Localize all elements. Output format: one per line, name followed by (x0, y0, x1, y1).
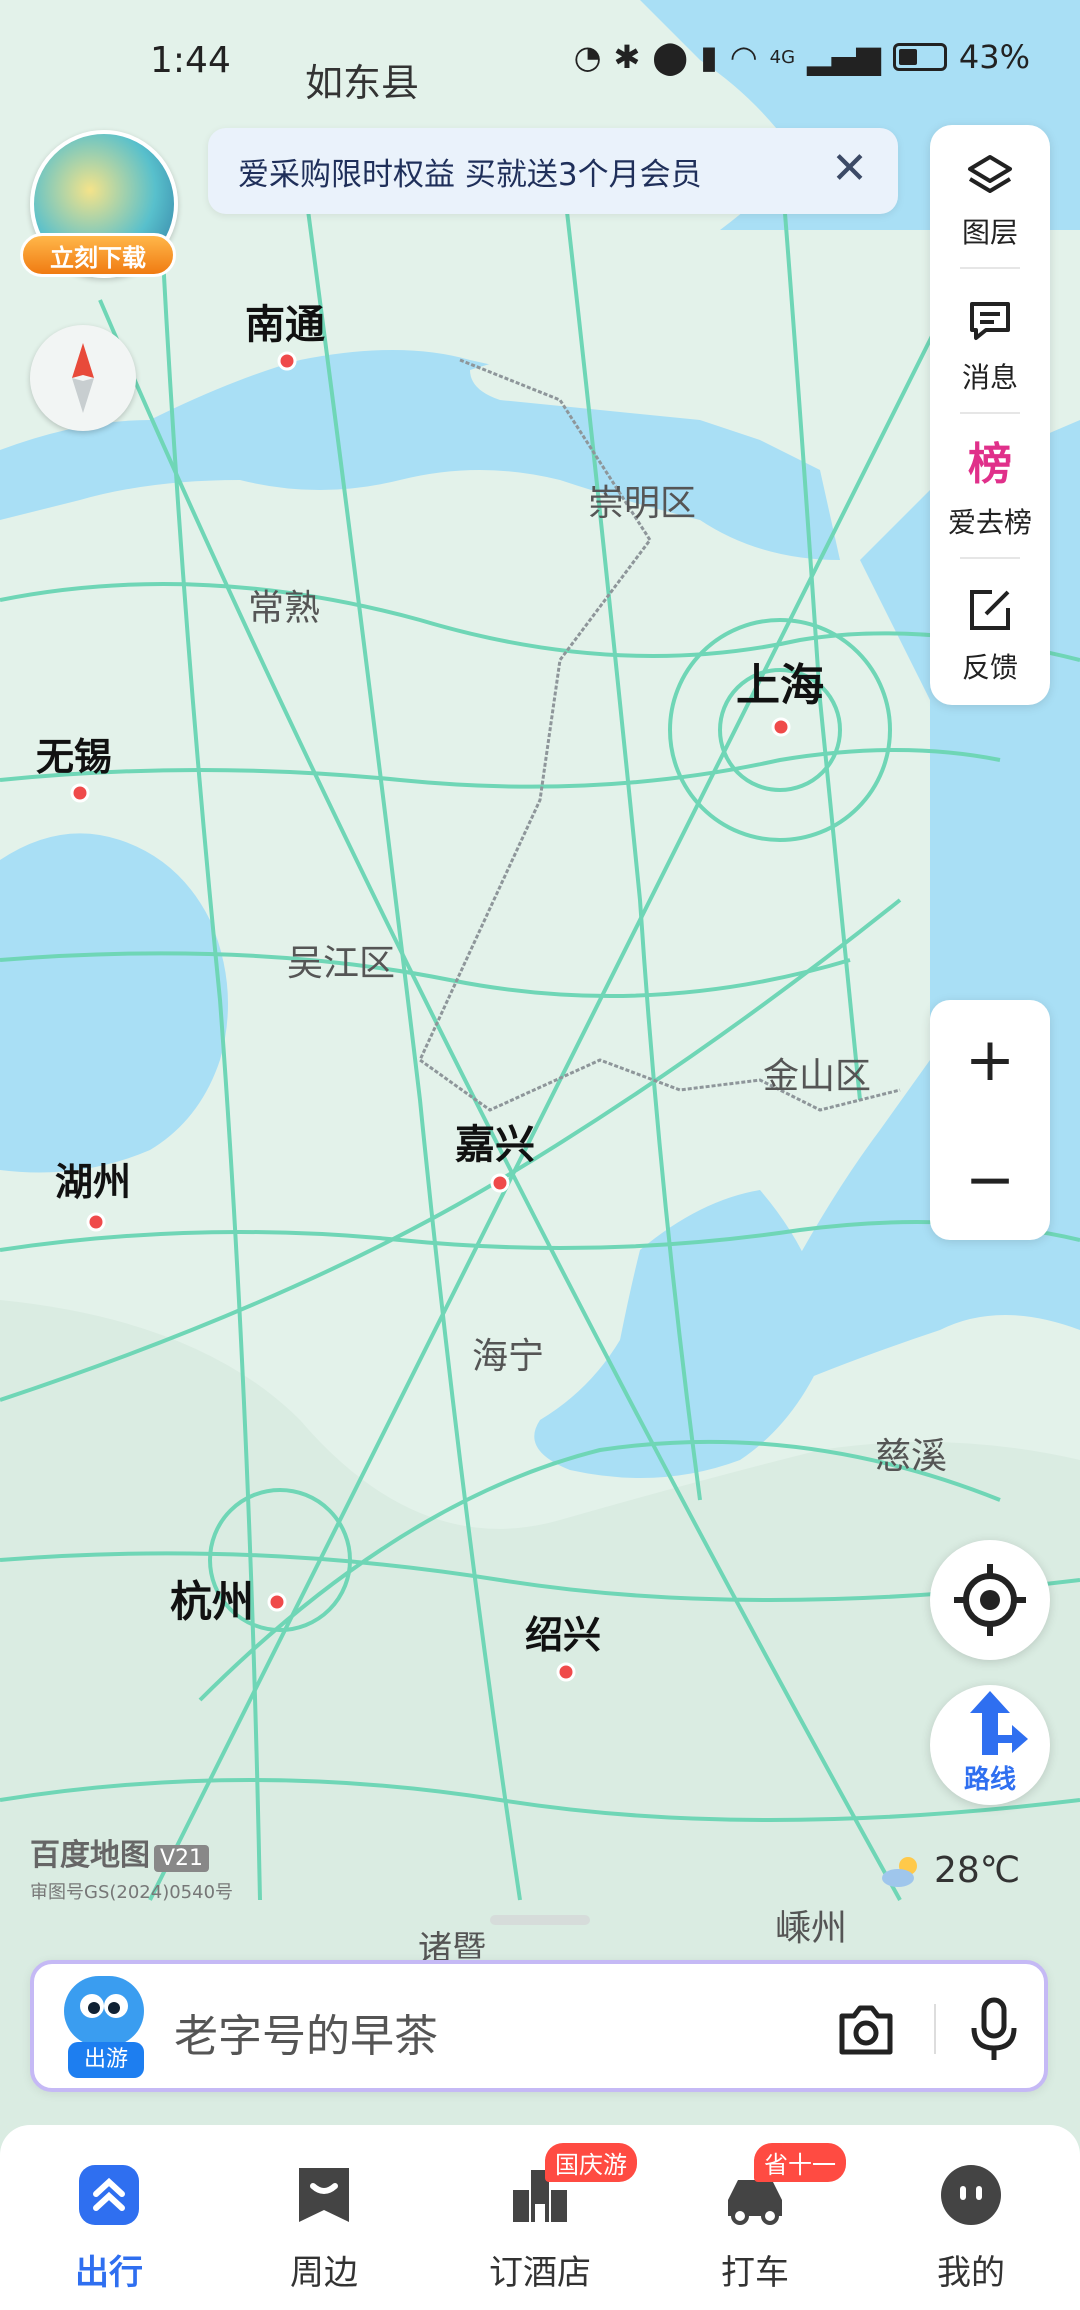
battery-percent: 43% (958, 38, 1030, 76)
message-icon (970, 302, 1010, 340)
bottom-tab-bar: 出行 周边 订酒店 国庆游 打车 省十一 我的 (0, 2125, 1080, 2310)
promo-banner[interactable]: 爱采购限时权益 买就送3个月会员 ✕ (208, 128, 898, 214)
tab-hotel-badge: 国庆游 (545, 2143, 637, 2182)
tab-nearby-label: 周边 (290, 2253, 358, 2293)
tab-hotel-label: 订酒店 (489, 2253, 591, 2293)
label-wuxi: 无锡 (36, 735, 112, 779)
route-arrow-icon (970, 1691, 1028, 1755)
layers-button[interactable]: 图层 (930, 125, 1050, 265)
label-jinshan: 金山区 (763, 1056, 871, 1097)
search-input[interactable]: 老字号的早茶 (174, 2000, 438, 2064)
bluetooth-icon: ✱ (613, 38, 641, 76)
microphone-icon[interactable] (964, 1994, 1024, 2064)
partly-cloudy-icon (882, 1856, 917, 1887)
label-shengzhou: 嵊州 (775, 1908, 847, 1949)
ranking-label: 爱去榜 (947, 506, 1032, 539)
label-hangzhou: 杭州 (170, 1577, 254, 1626)
side-panel: 图层 消息 榜 爱去榜 反馈 (930, 125, 1050, 705)
compass-icon[interactable] (30, 325, 136, 431)
promo-banner-text: 爱采购限时权益 买就送3个月会员 (238, 156, 702, 193)
label-wujiang: 吴江区 (287, 943, 395, 984)
nearby-icon (299, 2168, 349, 2222)
route-label: 路线 (963, 1765, 1016, 1795)
tab-travel-label: 出行 (75, 2253, 143, 2293)
wifi-icon: ◠ (729, 38, 758, 76)
tab-taxi-badge: 省十一 (754, 2143, 846, 2182)
logo-version: V21 (154, 1845, 210, 1872)
label-jiaxing: 嘉兴 (455, 1122, 535, 1168)
signal-icon: ▂▄▆ (807, 38, 881, 76)
label-haining: 海宁 (472, 1336, 544, 1377)
close-icon[interactable]: ✕ (831, 144, 868, 194)
label-changshu: 常熟 (248, 588, 320, 629)
mascot-icon[interactable] (64, 1976, 144, 2046)
network-type: 4G (769, 46, 796, 68)
zoom-in-button[interactable]: + (930, 1000, 1050, 1120)
feedback-label: 反馈 (961, 651, 1018, 684)
locate-icon (954, 1564, 1026, 1636)
layers-icon (968, 155, 1012, 193)
baidu-map-logo: 百度地图 V21 审图号GS(2024)0540号 (30, 1830, 233, 1904)
ranking-icon: 榜 (968, 439, 1012, 490)
label-huzhou: 湖州 (55, 1160, 131, 1204)
mascot-tag: 出游 (68, 2042, 144, 2078)
download-now-button[interactable]: 立刻下载 (20, 233, 176, 277)
tab-me[interactable]: 我的 (896, 2145, 1046, 2295)
label-chongming: 崇明区 (588, 483, 696, 524)
drawer-handle[interactable] (490, 1915, 590, 1925)
route-button[interactable]: 路线 (930, 1685, 1050, 1805)
travel-icon (79, 2165, 139, 2225)
zoom-out-button[interactable]: − (930, 1120, 1050, 1240)
tab-me-label: 我的 (937, 2253, 1005, 2293)
message-button[interactable]: 消息 (930, 270, 1050, 410)
label-shaoxing: 绍兴 (525, 1613, 601, 1657)
status-time: 1:44 (150, 40, 231, 81)
map-approval-number: 审图号GS(2024)0540号 (30, 1882, 234, 1903)
status-bar: 1:44 ◔ ✱ ⬤ ▮ ◠ 4G ▂▄▆ 43% (0, 0, 1080, 120)
divider (934, 2004, 936, 2054)
speed-icon: ◔ (573, 38, 602, 76)
feedback-button[interactable]: 反馈 (930, 560, 1050, 700)
battery-icon (892, 43, 947, 71)
ranking-button[interactable]: 榜 爱去榜 (930, 415, 1050, 555)
tab-taxi[interactable]: 打车 省十一 (680, 2143, 846, 2295)
tab-hotel[interactable]: 订酒店 国庆游 (465, 2143, 637, 2295)
logo-text: 百度地图 (30, 1838, 150, 1873)
download-promo[interactable]: 立刻下载 (20, 125, 180, 285)
zoom-controls: + − (930, 1000, 1050, 1240)
status-icons: ◔ ✱ ⬤ ▮ ◠ 4G ▂▄▆ 43% (574, 38, 1030, 76)
label-nantong: 南通 (245, 302, 325, 348)
tab-nearby[interactable]: 周边 (249, 2145, 399, 2295)
tab-taxi-label: 打车 (721, 2253, 789, 2293)
layers-label: 图层 (961, 216, 1018, 249)
weather-widget[interactable]: 28℃ (880, 1850, 1020, 1891)
camera-icon[interactable] (834, 1998, 898, 2062)
label-cixi: 慈溪 (875, 1436, 947, 1477)
tab-travel[interactable]: 出行 (34, 2145, 184, 2295)
label-shanghai: 上海 (736, 660, 824, 711)
mic-status-icon: ▮ (700, 38, 718, 76)
profile-icon (941, 2165, 1001, 2225)
feedback-icon (970, 590, 1010, 630)
message-label: 消息 (961, 361, 1018, 394)
location-icon: ⬤ (652, 38, 689, 76)
search-bar[interactable]: 出游 老字号的早茶 (30, 1960, 1048, 2092)
temperature: 28℃ (934, 1850, 1021, 1891)
locate-button[interactable] (930, 1540, 1050, 1660)
